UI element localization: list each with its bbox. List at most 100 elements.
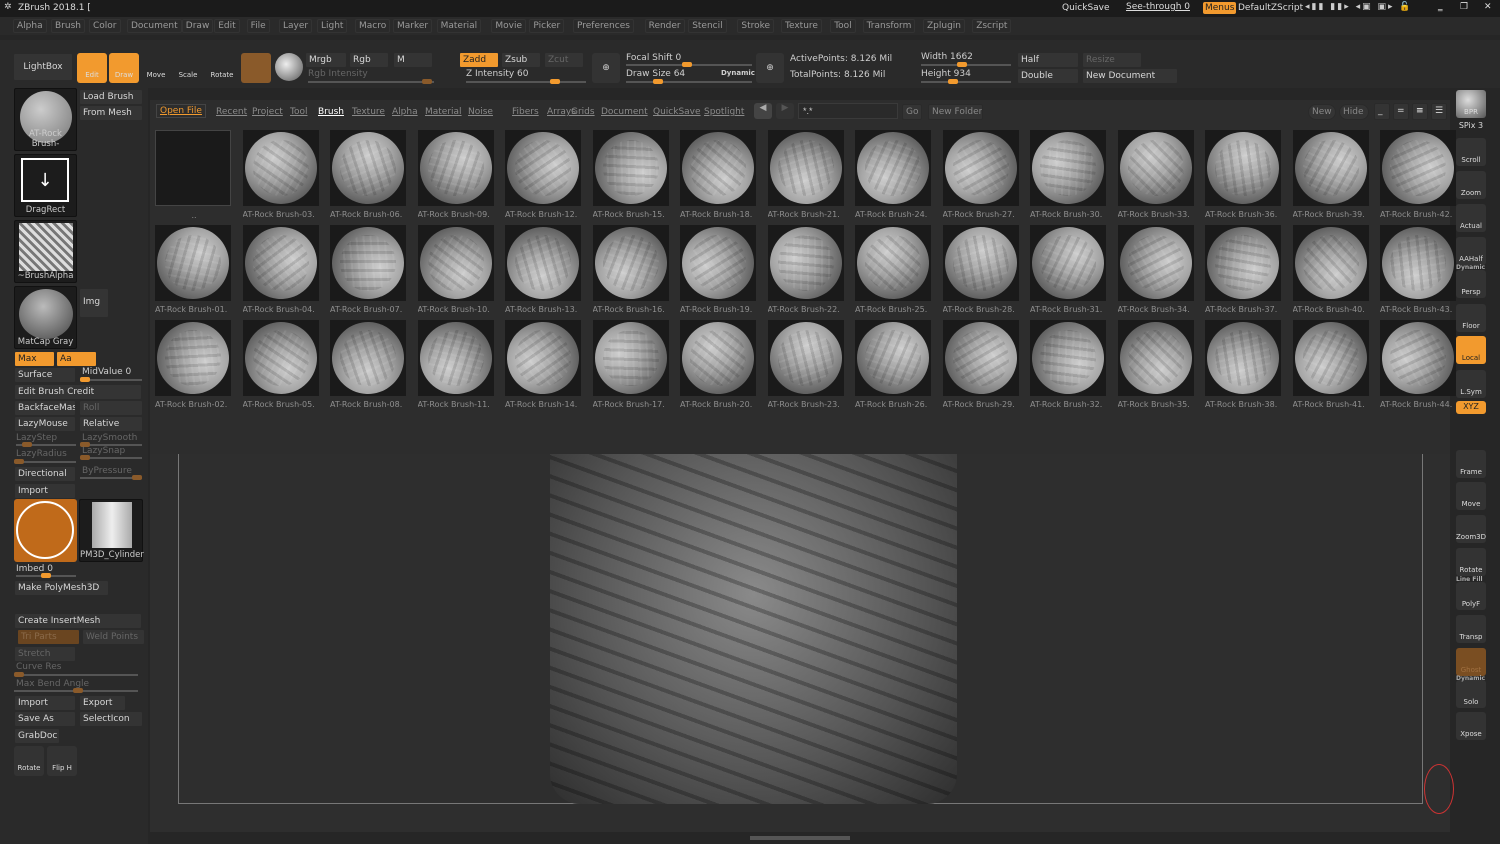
resize-button[interactable]: Resize	[1082, 52, 1142, 68]
zcut-button[interactable]: Zcut	[544, 52, 584, 68]
lightbox-button[interactable]: LightBox	[13, 53, 73, 81]
brush-item[interactable]: AT-Rock Brush-25.	[852, 222, 934, 314]
bpr-button[interactable]: BPR	[1456, 90, 1486, 118]
current-brush-thumb[interactable]: AT-Rock Brush-	[14, 88, 77, 151]
brush-item[interactable]: AT-Rock Brush-33.	[1113, 126, 1198, 219]
brush-item[interactable]: AT-Rock Brush-01.	[147, 217, 239, 314]
brush-item[interactable]: AT-Rock Brush-02.	[142, 307, 244, 409]
import-button[interactable]: Import	[14, 483, 76, 499]
menu-stencil[interactable]: Stencil	[688, 19, 727, 33]
brush-item[interactable]: AT-Rock Brush-31.	[1026, 221, 1110, 314]
lightbox-tab-document[interactable]: Document	[601, 107, 648, 117]
lightbox-tab-recent[interactable]: Recent	[216, 107, 247, 117]
zoom3d-button[interactable]: Zoom3D	[1456, 515, 1486, 543]
brush-item[interactable]: AT-Rock Brush-35.	[1114, 316, 1197, 409]
brush-item[interactable]: AT-Rock Brush-23.	[754, 307, 857, 409]
brush-item[interactable]: AT-Rock Brush-15.	[580, 118, 681, 219]
edit-brush-credit-button[interactable]: Edit Brush Credit	[14, 384, 142, 400]
brush-item[interactable]: AT-Rock Brush-42.	[1368, 118, 1468, 219]
menu-marker[interactable]: Marker	[393, 19, 433, 33]
move-button[interactable]: Move	[1456, 482, 1486, 510]
menu-transform[interactable]: Transform	[862, 19, 916, 33]
brush-item[interactable]: AT-Rock Brush-16.	[586, 219, 675, 314]
brush-item[interactable]: AT-Rock Brush-07.	[317, 212, 419, 314]
polyf-button[interactable]: PolyF	[1456, 582, 1486, 610]
lightbox-tab-spotlight[interactable]: Spotlight	[704, 107, 744, 117]
layout-icons[interactable]: ◂▮▮ ▮▮▸ ◂▣ ▣▸ 🔓	[1305, 2, 1413, 12]
brush-item[interactable]: AT-Rock Brush-18.	[678, 128, 758, 219]
brush-item[interactable]: AT-Rock Brush-36.	[1192, 117, 1294, 219]
brush-item[interactable]: AT-Rock Brush-39.	[1290, 128, 1371, 219]
menu-material[interactable]: Material	[436, 19, 482, 33]
zadd-button[interactable]: Zadd	[459, 52, 499, 68]
see-through-slider[interactable]: See-through 0	[1126, 2, 1190, 12]
lightbox-tab-noise[interactable]: Noise	[468, 107, 493, 117]
menu-zplugin[interactable]: Zplugin	[923, 19, 966, 33]
size-xlarge-icon[interactable]: ☰	[1431, 103, 1447, 120]
rgb-button[interactable]: Rgb	[349, 52, 389, 68]
minimize-icon[interactable]: ‗	[1438, 2, 1443, 12]
img-button[interactable]: Img	[79, 288, 109, 318]
m-button[interactable]: M	[393, 52, 433, 68]
menu-edit[interactable]: Edit	[214, 19, 240, 33]
height-slider[interactable]	[921, 79, 1011, 84]
rotate-thumb-button[interactable]: Rotate	[14, 746, 44, 776]
rotate-button[interactable]: Rotate	[207, 53, 237, 83]
size-large-icon[interactable]: ≡	[1412, 103, 1428, 120]
lightbox-tab-alpha[interactable]: Alpha	[392, 107, 418, 117]
size-medium-icon[interactable]: =	[1393, 103, 1409, 120]
menu-texture[interactable]: Texture	[781, 19, 822, 33]
max-bend-slider[interactable]	[14, 688, 138, 693]
lightbox-tab-open-file[interactable]: Open File	[156, 104, 206, 118]
lightbox-tab-brush[interactable]: Brush	[318, 107, 344, 117]
export-button[interactable]: Export	[79, 695, 126, 711]
flip-h-button[interactable]: Flip H	[47, 746, 77, 776]
brush-item[interactable]: AT-Rock Brush-37.	[1195, 215, 1291, 314]
lazysnap-slider[interactable]	[80, 455, 142, 460]
edit-button[interactable]: Edit	[77, 53, 107, 83]
lazystep-slider[interactable]	[16, 442, 76, 447]
menu-tool[interactable]: Tool	[830, 19, 856, 33]
half-button[interactable]: Half	[1017, 52, 1079, 68]
brush-item[interactable]: AT-Rock Brush-38.	[1192, 307, 1294, 409]
dynamesh-icon[interactable]: ⊕	[756, 53, 784, 83]
brush-item[interactable]: AT-Rock Brush-28.	[929, 212, 1032, 314]
menu-document[interactable]: Document	[127, 19, 182, 33]
lightbox-tab-fibers[interactable]: Fibers	[512, 107, 539, 117]
rock-cylinder-mesh[interactable]	[550, 454, 957, 804]
rgb-intensity-slider[interactable]	[308, 79, 434, 84]
draw-size-slider[interactable]	[626, 79, 752, 84]
make-polymesh3d-button[interactable]: Make PolyMesh3D	[14, 580, 109, 596]
brush-item[interactable]: AT-Rock Brush-06.	[317, 117, 419, 219]
aa-button[interactable]: Aa	[56, 351, 97, 367]
directional-button[interactable]: Directional	[14, 466, 76, 482]
brush-item[interactable]: AT-Rock Brush-32.	[1019, 309, 1117, 409]
create-insertmesh-button[interactable]: Create InsertMesh	[14, 613, 142, 629]
brush-item[interactable]: AT-Rock Brush-04.	[235, 217, 326, 314]
brush-item[interactable]: AT-Rock Brush-34.	[1106, 214, 1205, 314]
spix-button[interactable]: SPix 3	[1456, 121, 1486, 133]
sculptris-icon[interactable]: ⊕	[592, 53, 620, 83]
brush-item[interactable]: AT-Rock Brush-24.	[850, 125, 936, 219]
brush-item[interactable]: AT-Rock Brush-43.	[1367, 212, 1469, 314]
tri-parts-button[interactable]: Tri Parts	[17, 629, 80, 645]
menu-light[interactable]: Light	[317, 19, 348, 33]
brush-item[interactable]: AT-Rock Brush-27.	[932, 119, 1029, 219]
lightbox-tab-grids[interactable]: Grids	[571, 107, 595, 117]
material-swatch[interactable]	[241, 53, 271, 83]
color-swatch[interactable]	[275, 53, 303, 81]
brush-item[interactable]: AT-Rock Brush-20.	[679, 319, 757, 409]
mrgb-button[interactable]: Mrgb	[305, 52, 347, 68]
close-icon[interactable]: ✕	[1484, 2, 1492, 12]
brush-item[interactable]: AT-Rock Brush-26.	[850, 315, 936, 409]
brush-item[interactable]: AT-Rock Brush-13.	[492, 212, 594, 314]
grabdoc-button[interactable]: GrabDoc	[14, 728, 60, 744]
weld-points-button[interactable]: Weld Points	[82, 629, 145, 645]
midvalue-slider[interactable]	[80, 377, 142, 382]
menu-color[interactable]: Color	[89, 19, 121, 33]
alpha-thumb[interactable]: ~BrushAlpha	[14, 220, 77, 283]
width-slider[interactable]	[921, 62, 1011, 67]
size-small-icon[interactable]: _	[1374, 103, 1390, 120]
prev-arrow-icon[interactable]: ◀	[754, 103, 772, 119]
pm3d-cylinder-thumb[interactable]: PM3D_Cylinder	[79, 499, 144, 562]
